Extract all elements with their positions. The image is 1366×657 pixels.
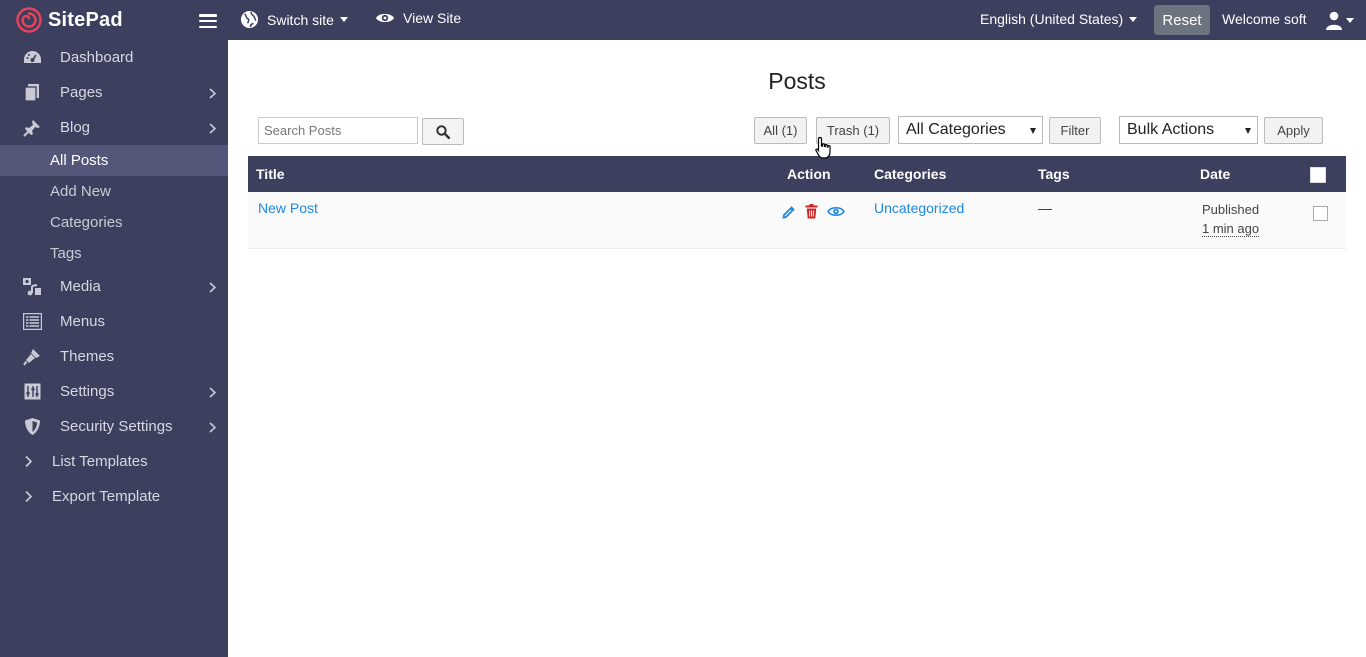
- caret-down-icon: [1129, 16, 1138, 22]
- filter-button[interactable]: Filter: [1049, 117, 1101, 144]
- sidebar-item-security-settings[interactable]: Security Settings: [0, 409, 228, 444]
- sidebar-item-dashboard[interactable]: Dashboard: [0, 40, 228, 75]
- view-site-link[interactable]: View Site: [375, 10, 461, 26]
- column-header-select: [1302, 156, 1346, 192]
- sidebar-item-pages[interactable]: Pages: [0, 75, 228, 110]
- sidebar-item-label: Export Template: [52, 488, 161, 505]
- welcome-text: Welcome soft: [1222, 11, 1307, 27]
- view-site-label: View Site: [403, 10, 462, 26]
- post-date-ago: 1 min ago: [1202, 221, 1260, 237]
- sidebar-item-label: Pages: [60, 84, 103, 101]
- settings-icon: [22, 382, 42, 402]
- sidebar-item-themes[interactable]: Themes: [0, 339, 228, 374]
- dropdown-arrow-icon: [1030, 128, 1036, 134]
- menus-icon: [22, 312, 42, 332]
- column-header-date: Date: [1192, 156, 1302, 192]
- page-title: Posts: [768, 68, 826, 94]
- hand-cursor-icon: [815, 136, 831, 159]
- globe-icon: [240, 10, 259, 29]
- switch-site-dropdown[interactable]: Switch site: [240, 10, 348, 29]
- sidebar-item-label: Security Settings: [60, 418, 173, 435]
- menu-toggle-icon[interactable]: [199, 14, 217, 28]
- chevron-right-icon: [209, 123, 216, 134]
- sidebar-subitem-tags[interactable]: Tags: [0, 238, 228, 269]
- column-header-title: Title: [248, 156, 768, 192]
- sidebar-item-list-templates[interactable]: List Templates: [0, 444, 228, 479]
- post-tags: —: [1038, 200, 1052, 216]
- dropdown-arrow-icon: [1245, 128, 1251, 134]
- bulk-actions-value: Bulk Actions: [1127, 121, 1215, 138]
- switch-site-label: Switch site: [267, 11, 334, 28]
- brush-icon: [22, 347, 42, 367]
- bulk-actions-select[interactable]: Bulk Actions: [1119, 116, 1258, 144]
- post-status: Published: [1202, 202, 1260, 217]
- pin-icon: [22, 118, 42, 138]
- sidebar-item-label: Settings: [60, 383, 115, 400]
- sidebar-subitem-categories[interactable]: Categories: [0, 207, 228, 238]
- column-header-categories: Categories: [866, 156, 1030, 192]
- search-input[interactable]: [258, 117, 418, 144]
- brand-name: SitePad: [48, 8, 123, 31]
- preview-eye-icon[interactable]: [827, 205, 845, 218]
- column-header-tags: Tags: [1030, 156, 1192, 192]
- trash-icon[interactable]: [805, 204, 818, 219]
- language-dropdown[interactable]: English (United States): [980, 11, 1138, 27]
- media-icon: [22, 277, 42, 297]
- sidebar-item-label: List Templates: [52, 453, 148, 470]
- select-all-checkbox[interactable]: [1310, 166, 1326, 183]
- sidebar-subitem-all-posts[interactable]: All Posts: [0, 145, 228, 176]
- edit-pencil-icon[interactable]: [782, 205, 796, 219]
- row-select-checkbox[interactable]: [1313, 206, 1328, 221]
- table-header-row: Title Action Categories Tags Date: [248, 156, 1346, 192]
- sidebar-item-media[interactable]: Media: [0, 269, 228, 304]
- chevron-right-icon: [209, 88, 216, 99]
- sidebar-subitem-add-new[interactable]: Add New: [0, 176, 228, 207]
- sidebar-item-label: Themes: [60, 348, 115, 365]
- reset-button[interactable]: Reset: [1154, 5, 1210, 35]
- category-select[interactable]: All Categories: [898, 116, 1043, 144]
- sidebar-item-settings[interactable]: Settings: [0, 374, 228, 409]
- sidebar-item-label: Media: [60, 278, 101, 295]
- search-button[interactable]: [422, 118, 464, 145]
- row-actions: [782, 200, 866, 219]
- sidebar-item-menus[interactable]: Menus: [0, 304, 228, 339]
- caret-down-icon: [1346, 18, 1354, 23]
- sidebar-item-blog[interactable]: Blog: [0, 110, 228, 145]
- post-category-link[interactable]: Uncategorized: [874, 200, 964, 216]
- sitepad-logo-icon: [16, 7, 42, 33]
- top-bar: SitePad Switch site View Site English (U…: [0, 0, 1366, 40]
- user-menu[interactable]: [1325, 11, 1354, 30]
- chevron-right-icon: [22, 452, 34, 472]
- caret-down-icon: [339, 17, 348, 22]
- posts-table: Title Action Categories Tags Date New Po…: [248, 156, 1346, 249]
- sidebar: Dashboard Pages Blog All Posts Add New C…: [0, 40, 228, 657]
- main-content: Posts All (1) Trash (1) All Categories F…: [228, 40, 1366, 657]
- search-icon: [436, 124, 450, 139]
- brand-logo[interactable]: SitePad: [0, 0, 228, 40]
- chevron-right-icon: [22, 487, 34, 507]
- chevron-right-icon: [209, 422, 216, 433]
- category-select-value: All Categories: [906, 121, 1006, 138]
- sidebar-item-label: Blog: [60, 119, 91, 136]
- table-row: New Post Uncategorized — Published 1 min…: [248, 192, 1346, 249]
- eye-icon: [376, 13, 394, 23]
- sidebar-item-label: Dashboard: [60, 49, 134, 66]
- chevron-right-icon: [209, 282, 216, 293]
- chevron-right-icon: [209, 387, 216, 398]
- filter-all-button[interactable]: All (1): [754, 117, 807, 144]
- sidebar-item-label: Menus: [60, 313, 106, 330]
- pages-icon: [22, 83, 42, 103]
- language-label: English (United States): [980, 11, 1124, 27]
- apply-button[interactable]: Apply: [1264, 117, 1323, 144]
- user-icon: [1326, 11, 1342, 30]
- column-header-action: Action: [768, 156, 866, 192]
- dashboard-icon: [22, 48, 42, 68]
- sidebar-item-export-template[interactable]: Export Template: [0, 479, 228, 514]
- post-title-link[interactable]: New Post: [258, 200, 318, 216]
- shield-icon: [22, 417, 42, 437]
